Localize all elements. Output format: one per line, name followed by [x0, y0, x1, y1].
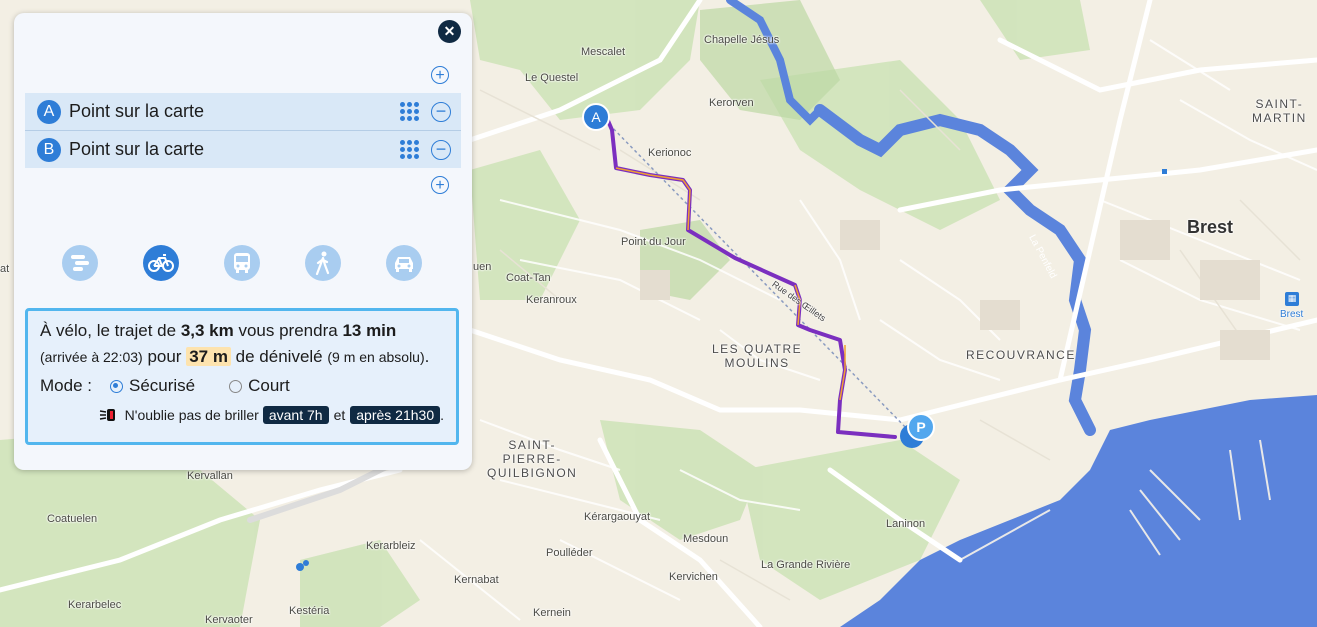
route-distance: 3,3 km	[180, 321, 234, 340]
map-label-mesdoun: Mesdoun	[683, 533, 729, 545]
bus-icon	[234, 253, 250, 273]
waypoint-row-b[interactable]: B Point sur la carte −	[25, 131, 461, 168]
map-label-kervaoter: Kervaoter	[205, 614, 253, 626]
map-label-kesteria: Kestéria	[289, 605, 330, 617]
option-secure-label[interactable]: Sécurisé	[129, 376, 195, 396]
radio-secure[interactable]	[109, 379, 123, 393]
map-label-coat-tan: Coat-Tan	[506, 272, 551, 284]
map-label-kernein: Kernein	[533, 607, 571, 619]
waypoint-letter-b: B	[37, 137, 61, 162]
map-label-laninon: Laninon	[886, 518, 926, 530]
arrival-time: (arrivée à 22:03)	[40, 349, 143, 365]
train-station-icon: ▦	[1285, 292, 1299, 306]
add-waypoint-top-button[interactable]: +	[431, 66, 449, 84]
map-label-mescalet: Mescalet	[581, 46, 626, 58]
reminder-and: et	[333, 407, 346, 423]
waypoint-label-a[interactable]: Point sur la carte	[69, 101, 399, 122]
map-label-kervichen: Kervichen	[669, 571, 718, 583]
summary-text: pour	[142, 347, 187, 366]
elevation-absolute: (9 m en absolu)	[327, 349, 425, 365]
reminder-text: N'oublie pas de briller	[124, 407, 259, 423]
time-before-tag: avant 7h	[262, 406, 329, 424]
map-label-edge-at: at	[0, 263, 10, 275]
reminder-end: .	[440, 407, 444, 423]
map-label-brest: Brest	[1187, 217, 1234, 237]
waypoint-row-a[interactable]: A Point sur la carte −	[25, 93, 461, 130]
summary-text: .	[424, 347, 430, 366]
map-label-kerarbelec: Kerarbelec	[68, 599, 122, 611]
map-label-recouvrance: RECOUVRANCE	[966, 348, 1076, 362]
map-label-poulleder: Poulléder	[546, 547, 593, 559]
summary-text: vous prendra	[233, 321, 343, 340]
drag-handle-icon[interactable]	[399, 102, 419, 122]
waypoint-label-b[interactable]: Point sur la carte	[69, 139, 399, 160]
waypoint-letter-a: A	[37, 99, 61, 124]
multimodal-icon	[71, 255, 89, 271]
mode-walk-button[interactable]	[305, 245, 341, 281]
map-label-saint-martin: SAINT- MARTIN	[1252, 97, 1307, 125]
summary-text: À vélo, le trajet de	[40, 321, 181, 340]
map-label-brest-station: Brest	[1280, 309, 1304, 320]
mode-car-button[interactable]	[386, 245, 422, 281]
visibility-reminder: N'oublie pas de briller avant 7h et aprè…	[40, 406, 444, 424]
map-label-edge-uen: uen	[473, 261, 492, 273]
walk-icon	[315, 251, 330, 275]
add-waypoint-bottom-button[interactable]: +	[431, 176, 449, 194]
map-label-kerargaouyat: Kérargaouyat	[584, 511, 651, 523]
radio-short[interactable]	[229, 379, 243, 393]
car-icon	[395, 257, 413, 272]
map-label-saint-pierre-quilbignon: SAINT- PIERRE- QUILBIGNON	[487, 438, 578, 480]
map-label-kernabat: Kernabat	[454, 574, 499, 586]
mode-bike-button[interactable]	[143, 245, 179, 281]
mode-bus-button[interactable]	[224, 245, 260, 281]
route-summary-line-2: (arrivée à 22:03) pour 37 m de dénivelé …	[40, 347, 444, 367]
remove-waypoint-b-button[interactable]: −	[431, 139, 451, 160]
map-label-chapelle-jesus: Chapelle Jésus	[704, 34, 780, 46]
parking-marker[interactable]: P	[907, 413, 935, 441]
map-label-kerionoc: Kerionoc	[648, 147, 692, 159]
route-summary-line-1: À vélo, le trajet de 3,3 km vous prendra…	[40, 321, 444, 341]
option-short-label[interactable]: Court	[248, 376, 290, 396]
map-label-kerorven: Kerorven	[709, 97, 754, 109]
map-label-kervallan: Kervallan	[187, 470, 233, 482]
route-mode-selector: Mode : Sécurisé Court	[40, 376, 444, 396]
drag-handle-icon[interactable]	[399, 140, 419, 160]
route-start-marker[interactable]: A	[582, 103, 610, 131]
mode-label: Mode :	[40, 376, 92, 395]
map-label-les-quatre-moulins: LES QUATRE MOULINS	[712, 342, 803, 370]
bike-light-icon	[99, 409, 115, 421]
route-duration: 13 min	[342, 321, 397, 340]
route-summary-box: À vélo, le trajet de 3,3 km vous prendra…	[25, 308, 459, 445]
remove-waypoint-a-button[interactable]: −	[431, 101, 451, 122]
itinerary-panel: ✕ + A Point sur la carte − B Point sur l…	[14, 13, 472, 470]
map-label-le-questel: Le Questel	[525, 72, 579, 84]
map-label-keranroux: Keranroux	[526, 294, 577, 306]
map-label-la-grande-riviere: La Grande Rivière	[761, 559, 851, 571]
bike-icon	[148, 254, 174, 272]
map-label-kerarbleiz: Kerarbleiz	[366, 540, 416, 552]
time-after-tag: après 21h30	[350, 406, 441, 424]
elevation-gain: 37 m	[186, 347, 231, 366]
map-label-point-du-jour: Point du Jour	[621, 236, 686, 248]
map-label-coatuelen: Coatuelen	[47, 513, 98, 525]
close-button[interactable]: ✕	[438, 20, 461, 43]
mode-multimodal-button[interactable]	[62, 245, 98, 281]
summary-text: de dénivelé	[230, 347, 328, 366]
